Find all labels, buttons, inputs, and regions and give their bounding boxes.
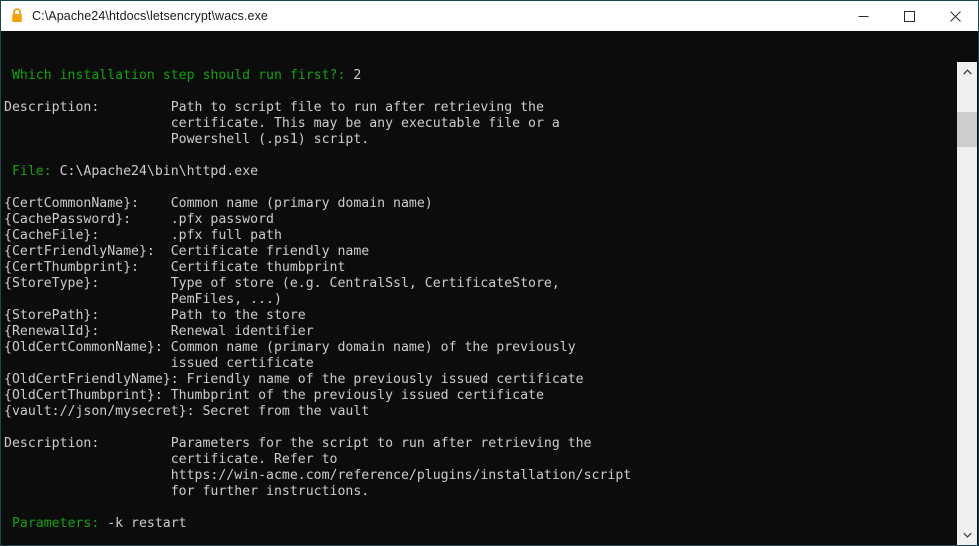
maximize-button[interactable] — [886, 1, 932, 31]
scrollbar-track[interactable] — [957, 82, 977, 525]
maximize-icon — [903, 10, 915, 22]
scroll-down-button[interactable] — [957, 525, 977, 545]
close-icon — [949, 10, 961, 22]
minimize-button[interactable] — [840, 1, 886, 31]
scroll-up-button[interactable] — [957, 62, 977, 82]
vertical-scrollbar[interactable] — [956, 62, 977, 545]
lock-icon — [12, 8, 22, 22]
console-text: Which installation step should run first… — [4, 68, 632, 531]
window-controls — [840, 1, 978, 31]
console-output-area[interactable]: Which installation step should run first… — [2, 62, 957, 545]
close-button[interactable] — [932, 1, 978, 31]
console-window: Which installation step should run first… — [0, 31, 979, 546]
window-title: C:\Apache24\htdocs\letsencrypt\wacs.exe — [32, 9, 268, 23]
chevron-up-icon — [962, 69, 972, 75]
minimize-icon — [858, 15, 868, 17]
scrollbar-thumb[interactable] — [957, 112, 977, 147]
chevron-down-icon — [962, 532, 972, 538]
title-bar[interactable]: C:\Apache24\htdocs\letsencrypt\wacs.exe — [0, 0, 979, 31]
